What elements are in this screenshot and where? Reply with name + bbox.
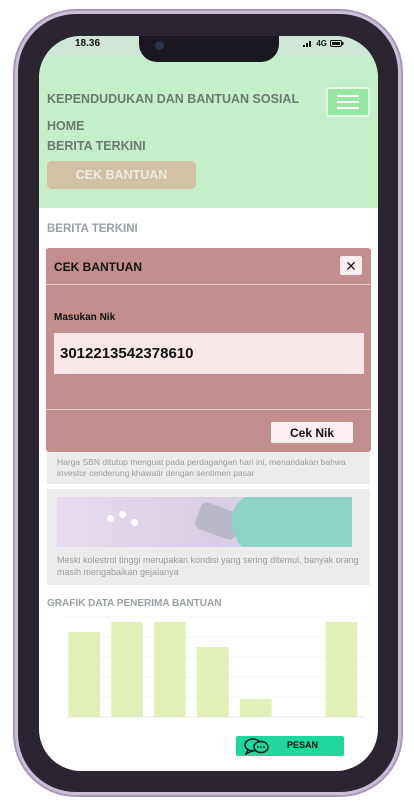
camera-icon (155, 41, 164, 50)
site-brand: KEPENDUDUKAN DAN BANTUAN SOSIAL (47, 92, 300, 106)
chart-bar (154, 622, 186, 717)
network-label: 4G (316, 39, 327, 48)
pesan-label: PESAN (287, 740, 319, 750)
status-time: 18.36 (75, 38, 101, 49)
hamburger-icon (337, 107, 359, 109)
cek-nik-button[interactable]: Cek Nik (271, 422, 353, 443)
camera-notch (139, 36, 279, 62)
nav-home-link[interactable]: HOME (47, 119, 85, 133)
nav-berita-link[interactable]: BERITA TERKINI (47, 139, 146, 153)
nik-input[interactable] (54, 333, 364, 374)
status-icons: 4G (303, 39, 344, 48)
hamburger-icon (337, 95, 359, 97)
news-text: Harga SBN ditutup menguat pada perdagang… (57, 457, 346, 478)
close-icon[interactable]: ✕ (340, 256, 362, 275)
chart-bar (68, 632, 101, 717)
signal-icon (303, 41, 312, 47)
chart-bar (239, 699, 272, 717)
chart-bar (111, 622, 143, 717)
news-image (57, 497, 352, 547)
modal-divider (46, 284, 371, 285)
chart-bar (325, 622, 358, 717)
modal-title: CEK BANTUAN (54, 260, 142, 274)
chart-title: GRAFIK DATA PENERIMA BANTUAN (47, 598, 222, 609)
phone-screen: 18.36 4G KEPENDUDUKAN DAN BANTUAN SOSIAL… (39, 36, 378, 771)
bar-chart (65, 616, 365, 718)
menu-toggle-button[interactable] (326, 87, 370, 117)
nav-cek-bantuan-button[interactable]: CEK BANTUAN (47, 161, 196, 189)
pesan-button[interactable]: PESAN (236, 736, 344, 756)
section-title: BERITA TERKINI (47, 223, 138, 235)
nik-label: Masukan Nik (54, 312, 116, 323)
chart-bar (197, 647, 229, 717)
cek-bantuan-modal: CEK BANTUAN ✕ Masukan Nik Cek Nik (46, 248, 371, 452)
hamburger-icon (337, 101, 359, 103)
modal-divider (46, 409, 371, 410)
chat-icon (244, 738, 269, 755)
news-text: Meski kolestrol tinggi merupakan kondisi… (57, 555, 359, 577)
news-card[interactable]: Meski kolestrol tinggi merupakan kondisi… (47, 489, 370, 585)
site-header: KEPENDUDUKAN DAN BANTUAN SOSIAL HOME BER… (39, 56, 378, 208)
battery-icon (330, 40, 344, 47)
